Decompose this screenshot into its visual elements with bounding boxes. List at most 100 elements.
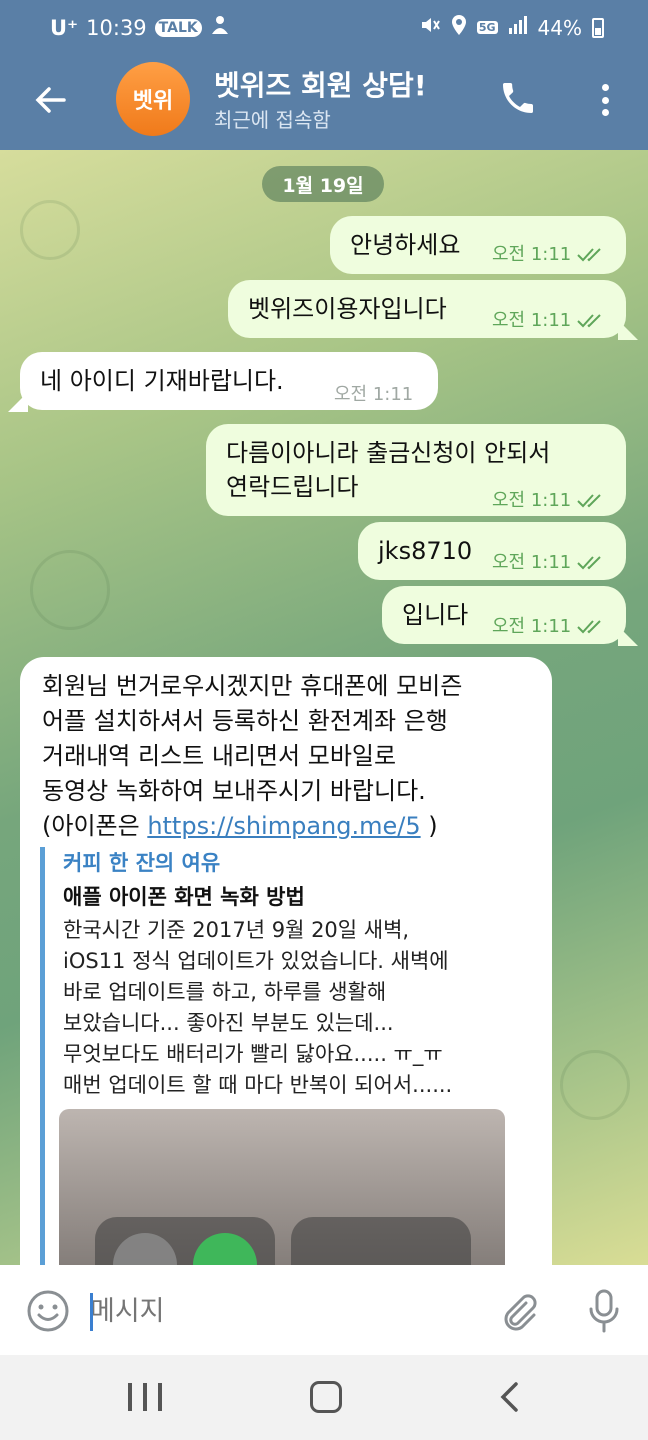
chat-messages-area[interactable]: 1월 19일 안녕하세요 오전 1:11 벳위즈이용자입니다 오전 1:11 네… xyxy=(0,150,648,1265)
long-message-text: 회원님 번거로우시겠지만 휴대폰에 모비즌 어플 설치하셔서 등록하신 환전계좌… xyxy=(42,669,462,844)
talk-notification-icon: TALK xyxy=(154,18,202,37)
message-text: 안녕하세요 xyxy=(350,231,461,259)
call-button[interactable] xyxy=(498,78,538,118)
message-time: 오전 1:11 xyxy=(492,616,572,637)
link-prefix: (아이폰은 xyxy=(42,812,148,840)
message-time: 오전 1:11 xyxy=(492,310,572,331)
message-text: 네 아이디 기재바랍니다. xyxy=(40,367,284,395)
status-time: 10:39 xyxy=(86,15,147,40)
message-text-line: 연락드립니다 xyxy=(226,473,359,501)
recents-bar-icon xyxy=(143,1383,147,1411)
double-check-icon xyxy=(577,248,601,262)
battery-icon xyxy=(592,17,604,38)
signal-icon xyxy=(508,15,528,40)
chevron-left-icon xyxy=(500,1382,518,1412)
message-text: 벳위즈이용자입니다 xyxy=(248,295,447,323)
link-preview[interactable]: 커피 한 잔의 여유 애플 아이폰 화면 녹화 방법 한국시간 기준 2017년… xyxy=(40,847,510,1265)
preview-desc-line: 바로 업데이트를 하고, 하루를 생활해 xyxy=(63,980,387,1004)
message-bubble-in[interactable]: 네 아이디 기재바랍니다. 오전 1:11 xyxy=(20,352,438,410)
text-cursor xyxy=(90,1293,93,1331)
double-check-icon xyxy=(577,494,601,508)
more-dot-icon xyxy=(601,96,609,104)
message-time: 오전 1:11 xyxy=(492,552,572,573)
phone-icon xyxy=(503,83,533,113)
recents-bar-icon xyxy=(158,1383,162,1411)
microphone-icon xyxy=(589,1289,619,1333)
message-text-line: 동영상 녹화하여 보내주시기 바랍니다. xyxy=(42,777,426,805)
preview-desc-line: 매번 업데이트 할 때 마다 반복이 되어서...... xyxy=(63,1073,453,1097)
carrier-label: U⁺ xyxy=(50,15,79,40)
message-link[interactable]: https://shimpang.me/5 xyxy=(147,812,420,840)
back-button[interactable] xyxy=(28,78,72,122)
message-time: 오전 1:11 xyxy=(334,384,414,405)
message-text-line: 어플 설치하셔서 등록하신 환전계좌 은행 xyxy=(42,707,448,735)
avatar[interactable]: 벳위 xyxy=(116,62,190,136)
location-icon xyxy=(451,14,467,41)
message-meta: 오전 1:11 xyxy=(492,484,605,518)
emoji-button[interactable] xyxy=(26,1289,70,1333)
link-preview-site: 커피 한 잔의 여유 xyxy=(63,851,221,875)
system-navigation-bar xyxy=(0,1355,648,1440)
preview-desc-line: 한국시간 기준 2017년 9월 20일 새벽, xyxy=(63,918,410,942)
background-doodle xyxy=(560,1050,630,1120)
more-dot-icon xyxy=(601,84,609,91)
message-bubble-out[interactable]: 안녕하세요 오전 1:11 xyxy=(330,216,626,274)
preview-desc-line: 무엇보다도 배터리가 빨리 닳아요..... ㅠ_ㅠ xyxy=(63,1042,443,1066)
status-left: U⁺ 10:39 TALK xyxy=(50,14,230,41)
message-text: 입니다 xyxy=(402,601,469,629)
paperclip-icon xyxy=(504,1294,537,1331)
chat-header: 벳위 벳위즈 회원 상담! 최근에 접속함 xyxy=(0,58,648,150)
message-text-line: 거래내역 리스트 내리면서 모바일로 xyxy=(42,742,397,770)
message-time: 오전 1:11 xyxy=(492,244,572,265)
back-arrow-icon xyxy=(35,87,66,113)
more-dot-icon xyxy=(601,109,609,116)
double-check-icon xyxy=(577,620,601,634)
message-text-line: 다름이아니라 출금신청이 안되서 xyxy=(226,439,551,467)
link-preview-title: 애플 아이폰 화면 녹화 방법 xyxy=(63,885,305,909)
recent-apps-button[interactable] xyxy=(128,1383,162,1413)
home-button[interactable] xyxy=(310,1381,342,1413)
message-time: 오전 1:11 xyxy=(492,490,572,511)
link-suffix: ) xyxy=(420,812,438,840)
more-options-button[interactable] xyxy=(590,80,620,120)
status-bar: U⁺ 10:39 TALK 5G 44% xyxy=(0,0,648,58)
message-bubble-in[interactable]: 회원님 번거로우시겠지만 휴대폰에 모비즌 어플 설치하셔서 등록하신 환전계좌… xyxy=(20,657,552,1265)
message-input[interactable] xyxy=(90,1289,480,1333)
message-bubble-out[interactable]: jks8710 오전 1:11 xyxy=(358,522,626,580)
notification-app-icon xyxy=(210,14,230,41)
attach-button[interactable] xyxy=(496,1289,540,1333)
bubble-tail xyxy=(618,626,638,646)
background-doodle xyxy=(20,200,80,260)
message-text: jks8710 xyxy=(378,537,473,565)
system-back-button[interactable] xyxy=(496,1381,524,1413)
message-meta: 오전 1:11 xyxy=(492,304,605,338)
message-bubble-out[interactable]: 다름이아니라 출금신청이 안되서 연락드립니다 오전 1:11 xyxy=(206,424,626,516)
smiley-icon xyxy=(27,1290,69,1332)
bubble-tail xyxy=(8,392,28,412)
message-bubble-out[interactable]: 입니다 오전 1:11 xyxy=(382,586,626,644)
double-check-icon xyxy=(577,556,601,570)
bubble-tail xyxy=(618,320,638,340)
message-text-line: (아이폰은 https://shimpang.me/5 ) xyxy=(42,809,462,844)
message-meta: 오전 1:11 xyxy=(334,378,413,412)
network-5g-icon: 5G xyxy=(476,21,498,34)
voice-record-button[interactable] xyxy=(582,1287,626,1335)
avatar-label: 벳위 xyxy=(132,89,174,114)
preview-desc-line: iOS11 정식 업데이트가 있었습니다. 새벽에 xyxy=(63,949,449,973)
mute-icon xyxy=(419,14,441,41)
message-meta: 오전 1:11 xyxy=(492,238,605,272)
chat-title[interactable]: 벳위즈 회원 상담! xyxy=(214,64,427,104)
message-bubble-out[interactable]: 벳위즈이용자입니다 오전 1:11 xyxy=(228,280,626,338)
status-right: 5G 44% xyxy=(419,14,604,41)
double-check-icon xyxy=(577,314,601,328)
message-input-bar xyxy=(0,1265,648,1355)
date-separator: 1월 19일 xyxy=(262,166,384,202)
chat-last-seen: 최근에 접속함 xyxy=(214,108,331,132)
message-text-line: 회원님 번거로우시겠지만 휴대폰에 모비즌 xyxy=(42,672,463,700)
link-preview-description: 한국시간 기준 2017년 9월 20일 새벽, iOS11 정식 업데이트가 … xyxy=(63,915,452,1101)
message-meta: 오전 1:11 xyxy=(492,610,605,644)
preview-desc-line: 보았습니다... 좋아진 부분도 있는데... xyxy=(63,1011,394,1035)
preview-image-tile xyxy=(291,1217,471,1265)
message-meta: 오전 1:11 xyxy=(492,546,605,580)
link-preview-image[interactable] xyxy=(59,1109,505,1265)
